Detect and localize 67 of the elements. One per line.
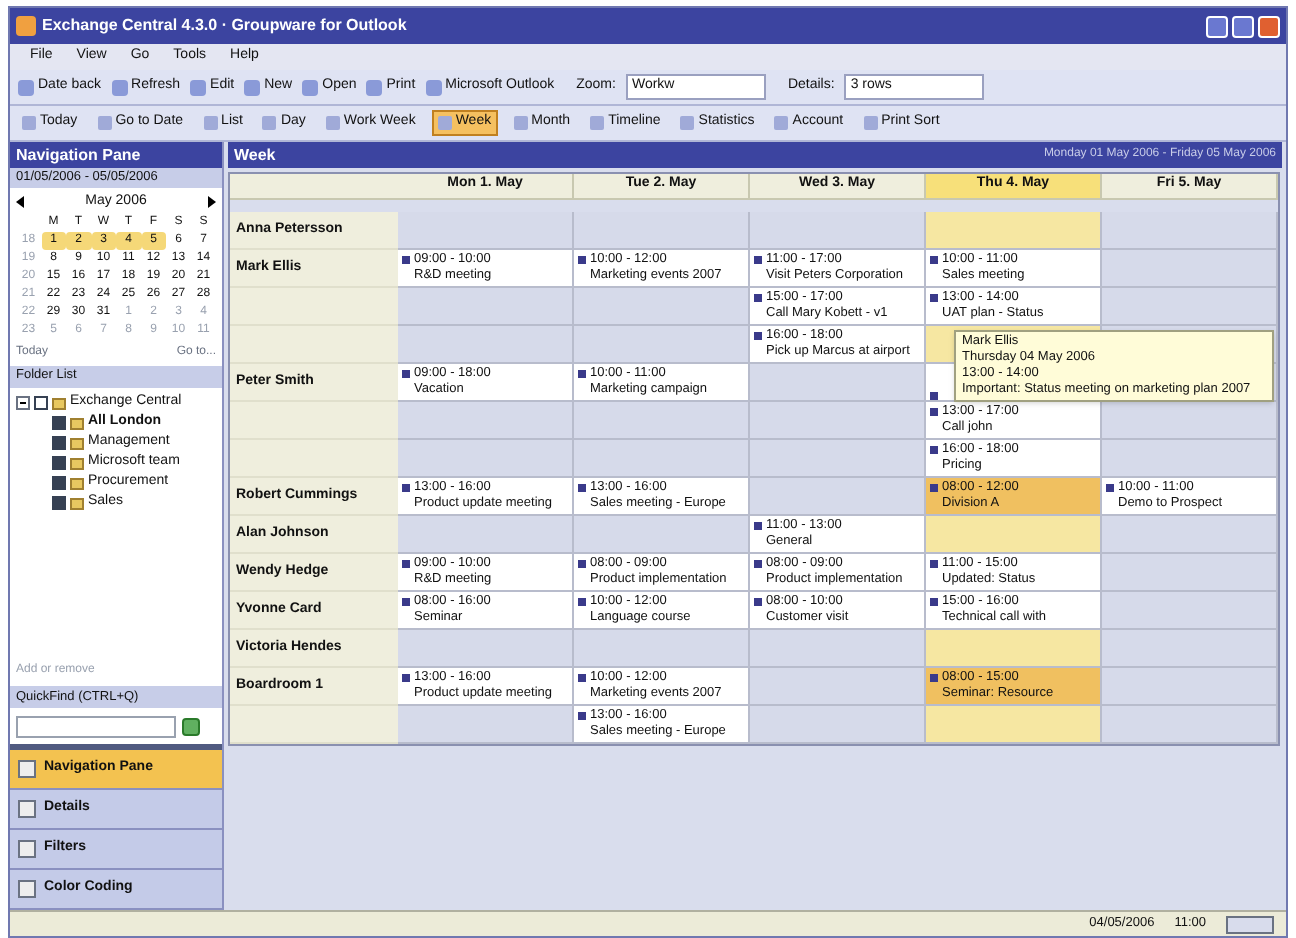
appointment-icon (402, 484, 410, 492)
appointment-icon (930, 674, 938, 682)
previous-icon (16, 196, 24, 209)
checkbox[interactable] (52, 456, 66, 470)
tool-icon (437, 116, 452, 130)
appointment-icon (754, 598, 762, 606)
tool-icon (325, 116, 340, 130)
nav-icon (18, 840, 36, 858)
next-icon (208, 196, 216, 209)
tool-icon (863, 116, 878, 130)
appointment-icon (402, 370, 410, 378)
appointment-icon (754, 256, 762, 264)
appointment-icon (930, 560, 938, 568)
checkbox[interactable] (52, 436, 66, 450)
appointment-icon (754, 560, 762, 568)
tool-icon (680, 116, 695, 130)
appointment-icon (754, 294, 762, 302)
nav-icon (18, 800, 36, 818)
appointment-icon (578, 484, 586, 492)
nav-icon (18, 760, 36, 778)
appointment-icon (578, 674, 586, 682)
search-icon (182, 717, 200, 735)
collapse-icon[interactable] (16, 396, 30, 410)
appointment-icon (754, 522, 762, 530)
appointment-icon (578, 560, 586, 568)
tool-icon (774, 116, 789, 130)
tool-icon (18, 79, 34, 95)
tool-icon (244, 79, 261, 95)
appointment-icon (930, 484, 938, 492)
appointment-icon (754, 332, 762, 340)
window-title: Exchange Central 4.3.0 · Groupware for Outlook (42, 14, 407, 38)
appointment-icon (930, 256, 938, 264)
appointment-icon (930, 598, 938, 606)
tool-icon (302, 79, 319, 95)
tool-icon (262, 116, 277, 130)
nav-icon (18, 880, 36, 898)
quickfind-field[interactable] (16, 715, 176, 737)
checkbox[interactable] (52, 416, 66, 430)
appointment-icon (402, 256, 410, 264)
appointment-icon (578, 370, 586, 378)
checkbox[interactable] (52, 496, 66, 510)
close-icon (1258, 15, 1280, 37)
minimize-icon (1206, 15, 1228, 37)
appointment-icon (402, 598, 410, 606)
tool-icon (366, 79, 383, 95)
appointment-icon (578, 256, 586, 264)
appointment-icon (930, 294, 938, 302)
appointment-icon (402, 674, 410, 682)
tool-icon (97, 116, 112, 130)
appointment-icon (578, 712, 586, 720)
tool-icon (22, 116, 36, 130)
tool-icon (190, 79, 207, 95)
app-icon (16, 16, 36, 36)
view-title: Week (234, 143, 276, 167)
tool-icon (425, 79, 442, 95)
checkbox[interactable] (34, 396, 48, 410)
maximize-icon (1232, 15, 1254, 37)
checkbox[interactable] (52, 476, 66, 490)
tool-icon (203, 116, 218, 130)
appointment-icon (930, 446, 938, 454)
tool-icon (513, 116, 528, 130)
tool-icon (111, 79, 128, 95)
pane-header: Navigation Pane (10, 142, 222, 168)
appointment-icon (402, 560, 410, 568)
appointment-icon (1106, 484, 1114, 492)
tool-icon (590, 116, 605, 130)
appointment-icon (578, 598, 586, 606)
